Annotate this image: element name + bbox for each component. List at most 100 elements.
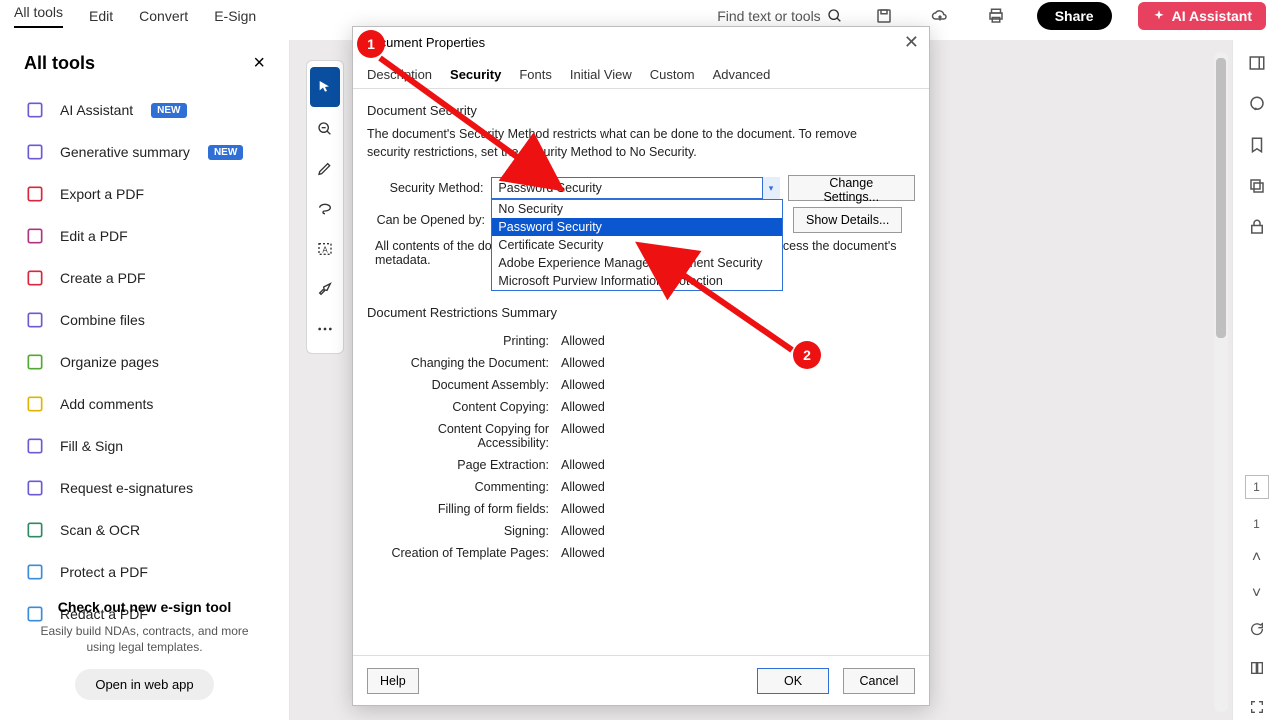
dialog-tab[interactable]: Initial View — [568, 63, 634, 88]
fullscreen-icon[interactable] — [1249, 699, 1265, 720]
sparkle-icon — [1152, 9, 1166, 23]
tool-item[interactable]: Edit a PDF — [0, 215, 289, 257]
annotation-marker-2: 2 — [793, 341, 821, 369]
search-box[interactable]: Find text or tools — [717, 8, 843, 24]
security-option[interactable]: Microsoft Purview Information Protection — [492, 272, 782, 290]
restriction-key: Commenting: — [367, 480, 549, 494]
dialog-tab[interactable]: Security — [448, 63, 503, 88]
comment-icon[interactable] — [1248, 95, 1266, 118]
ai-assistant-label: AI Assistant — [1172, 8, 1252, 24]
tool-item[interactable]: Create a PDF — [0, 257, 289, 299]
show-details-button[interactable]: Show Details... — [793, 207, 902, 233]
tool-icon — [24, 267, 46, 289]
security-description: The document's Security Method restricts… — [367, 126, 857, 161]
restriction-row: Printing:Allowed — [367, 330, 915, 352]
open-in-web-app-button[interactable]: Open in web app — [75, 669, 213, 700]
tool-item[interactable]: Organize pages — [0, 341, 289, 383]
restriction-row: Signing:Allowed — [367, 520, 915, 542]
tool-label: Organize pages — [60, 354, 159, 370]
help-button[interactable]: Help — [367, 668, 419, 694]
security-method-options: No SecurityPassword SecurityCertificate … — [491, 199, 783, 291]
dialog-tab[interactable]: Advanced — [711, 63, 773, 88]
document-properties-dialog: Document Properties ✕ Description Securit… — [352, 26, 930, 706]
security-option[interactable]: Certificate Security — [492, 236, 782, 254]
promo-subtitle: Easily build NDAs, contracts, and more u… — [30, 623, 259, 655]
security-option[interactable]: No Security — [492, 200, 782, 218]
menu-convert[interactable]: Convert — [139, 8, 188, 24]
vertical-scrollbar[interactable] — [1214, 52, 1228, 712]
dialog-close-icon[interactable]: ✕ — [904, 32, 919, 53]
highlight-tool[interactable] — [307, 269, 343, 309]
page-number-input[interactable]: 1 — [1245, 475, 1269, 499]
menu-edit[interactable]: Edit — [89, 8, 113, 24]
restriction-value: Allowed — [561, 458, 605, 472]
lasso-tool[interactable] — [307, 189, 343, 229]
tool-label: AI Assistant — [60, 102, 133, 118]
restriction-row: Creation of Template Pages:Allowed — [367, 542, 915, 564]
security-method-value: Password Security — [498, 181, 602, 195]
restriction-row: Page Extraction:Allowed — [367, 454, 915, 476]
tool-item[interactable]: Request e-signatures — [0, 467, 289, 509]
change-settings-button[interactable]: Change Settings... — [788, 175, 915, 201]
tool-icon — [24, 309, 46, 331]
restriction-key: Creation of Template Pages: — [367, 546, 549, 560]
cancel-button[interactable]: Cancel — [843, 668, 915, 694]
tool-item[interactable]: Protect a PDF — [0, 551, 289, 593]
dialog-tab[interactable]: Description — [365, 63, 434, 88]
restriction-value: Allowed — [561, 422, 605, 450]
menu-esign[interactable]: E-Sign — [214, 8, 256, 24]
tool-item[interactable]: Scan & OCR — [0, 509, 289, 551]
ok-button[interactable]: OK — [757, 668, 829, 694]
tool-label: Combine files — [60, 312, 145, 328]
tool-item[interactable]: Fill & Sign — [0, 425, 289, 467]
dialog-tab[interactable]: Custom — [648, 63, 697, 88]
print-icon[interactable] — [981, 1, 1011, 31]
annotation-marker-1: 1 — [357, 30, 385, 58]
close-icon[interactable]: × — [253, 52, 265, 75]
rotate-icon[interactable] — [1249, 621, 1265, 642]
restriction-value: Allowed — [561, 334, 605, 348]
restriction-key: Filling of form fields: — [367, 502, 549, 516]
tool-label: Protect a PDF — [60, 564, 148, 580]
tool-item[interactable]: Export a PDF — [0, 173, 289, 215]
tool-item[interactable]: AI Assistant NEW — [0, 89, 289, 131]
lock-icon[interactable] — [1248, 218, 1266, 241]
tool-item[interactable]: Combine files — [0, 299, 289, 341]
tool-label: Fill & Sign — [60, 438, 123, 454]
tool-icon — [24, 351, 46, 373]
menu-all-tools[interactable]: All tools — [14, 4, 63, 28]
select-tool[interactable] — [310, 67, 340, 107]
new-badge: NEW — [208, 145, 243, 160]
security-option[interactable]: Adobe Experience Manager Document Securi… — [492, 254, 782, 272]
scroll-down-icon[interactable]: ˅ — [1252, 585, 1261, 603]
panel-icon[interactable] — [1248, 54, 1266, 77]
tool-item[interactable]: Generative summary NEW — [0, 131, 289, 173]
tool-icon — [24, 561, 46, 583]
dialog-titlebar: Document Properties ✕ — [353, 27, 929, 57]
bookmark-icon[interactable] — [1248, 136, 1266, 159]
share-button[interactable]: Share — [1037, 2, 1112, 30]
tool-item[interactable]: Add comments — [0, 383, 289, 425]
ai-assistant-button[interactable]: AI Assistant — [1138, 2, 1266, 30]
all-tools-title: All tools × — [0, 52, 289, 89]
security-method-dropdown[interactable]: Password Security ▾ No SecurityPassword … — [491, 177, 779, 199]
tool-icon — [24, 477, 46, 499]
tool-icon — [24, 393, 46, 415]
copy-icon[interactable] — [1248, 177, 1266, 200]
more-tools[interactable] — [307, 309, 343, 349]
zoom-tool[interactable] — [307, 109, 343, 149]
restriction-value: Allowed — [561, 502, 605, 516]
dialog-tab[interactable]: Fonts — [517, 63, 554, 88]
restriction-value: Allowed — [561, 356, 605, 370]
scroll-up-icon[interactable]: ˄ — [1252, 549, 1261, 567]
search-placeholder: Find text or tools — [717, 8, 821, 24]
draw-tool[interactable] — [307, 149, 343, 189]
layout-icon[interactable] — [1249, 660, 1265, 681]
tool-icon — [24, 99, 46, 121]
opened-by-label: Can be Opened by: — [367, 213, 485, 227]
tool-label: Request e-signatures — [60, 480, 193, 496]
tool-label: Edit a PDF — [60, 228, 128, 244]
text-select-tool[interactable]: A — [307, 229, 343, 269]
dialog-tabs: Description Security Fonts Initial View Cust… — [353, 57, 929, 89]
security-option[interactable]: Password Security — [492, 218, 782, 236]
